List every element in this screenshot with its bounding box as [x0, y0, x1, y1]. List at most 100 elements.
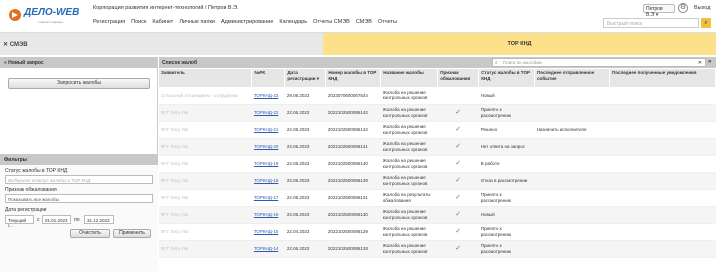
table-row[interactable]: ФГГ Лесу Лю ТОРКНД-19 22.06.2023 2022102500… — [159, 155, 716, 173]
menu-item-search[interactable]: Поиск — [131, 19, 146, 25]
cell-status: Новый — [478, 206, 535, 224]
cell-rk-link[interactable]: ТОРКНД-22 — [251, 104, 285, 122]
quick-search-input[interactable]: Быстрый поиск — [603, 18, 699, 28]
cell-last-notice — [609, 138, 716, 156]
cell-appeal: ✓ — [437, 104, 479, 122]
table-row[interactable]: ФГГ Лесу Лю ТОРКНД-17 22.06.2023 2022102500… — [159, 189, 716, 207]
cell-name: Жалоба на решение контрольных органов — [380, 155, 438, 173]
checkmark-icon: ✓ — [455, 159, 462, 167]
table-row[interactable]: ФГГ Лесу Лю ТОРКНД-14 22.06.2023 2022102500… — [159, 240, 716, 258]
col-rk[interactable]: №РК — [251, 69, 286, 87]
col-appeal[interactable]: Признак обжалования — [437, 69, 480, 87]
sort-desc-icon: ▾ — [316, 75, 320, 81]
cell-last-notice — [609, 189, 716, 207]
cell-rk-link[interactable]: ТОРКНД-19 — [251, 155, 285, 173]
request-complaints-button[interactable]: Запросить жалобы — [8, 78, 150, 89]
col-last-notice[interactable]: Последнее полученные уведомления — [609, 69, 716, 87]
menu-item-registration[interactable]: Регистрация — [93, 19, 125, 25]
cell-name: Жалоба на решение контрольных органов — [380, 223, 438, 241]
table-row[interactable]: ФГГ Лесу Лю ТОРКНД-21 22.06.2023 2022102500… — [159, 121, 716, 139]
settings-gear-icon[interactable]: ⚙ — [678, 3, 688, 13]
cell-status: В работе — [478, 155, 535, 173]
right-panel: Список жалоб ⌕ Поиск по жалобам ✕ » Заяв… — [159, 57, 716, 272]
logo-subtitle: главная страница — [38, 20, 63, 24]
checkmark-icon: ✓ — [455, 125, 462, 133]
col-applicant[interactable]: Заявитель — [159, 69, 253, 87]
cell-name: Жалоба на решение контрольных органов — [380, 87, 438, 105]
apply-button[interactable]: Применить — [113, 229, 151, 238]
cell-rk-link[interactable]: ТОРКНД-16 — [251, 206, 285, 224]
top-bar: ДЕЛО-WEB главная страница Корпорация раз… — [0, 0, 716, 33]
smev-title: ✕ СМЭВ — [3, 42, 28, 48]
collapse-left-icon[interactable]: « — [4, 60, 7, 66]
expand-right-icon[interactable]: » — [708, 59, 711, 65]
appeal-select[interactable]: Показывать все жалобы — [5, 194, 153, 203]
collapse-icon[interactable]: ✕ — [3, 42, 8, 48]
cell-rk-link[interactable]: ТОРКНД-18 — [251, 172, 285, 190]
table-row[interactable]: Сплошной Ассакиджем - сотрудникм ТОРКНД-2… — [159, 87, 716, 105]
filters-header: Фильтры — [0, 154, 158, 165]
cell-last-notice — [609, 240, 716, 258]
cell-last-notice — [609, 87, 716, 105]
date-to-input[interactable]: 31.12.2023 — [84, 215, 114, 224]
main-menu: Регистрация Поиск Кабинет Личные папки А… — [93, 19, 397, 25]
menu-item-personal-folders[interactable]: Личные папки — [179, 19, 215, 25]
col-name[interactable]: Название жалобы — [380, 69, 439, 87]
cell-last-notice — [609, 121, 716, 139]
cell-applicant: ФГГ Лесу Лю — [159, 206, 252, 224]
table-row[interactable]: ФГГ Лесу Лю ТОРКНД-22 22.06.2023 2022102500… — [159, 104, 716, 122]
cell-appeal: ✓ — [437, 240, 479, 258]
cell-appeal: ✓ — [437, 206, 479, 224]
col-status[interactable]: Статус жалобы в ТОР КНД — [478, 69, 536, 87]
date-from-input[interactable]: 01.01.2023 — [42, 215, 71, 224]
tor-knd-title: ТОР КНД — [507, 41, 532, 47]
complaints-search-input[interactable]: ⌕ Поиск по жалобам ✕ — [492, 58, 706, 67]
cell-number: 2022102500086128 — [325, 240, 381, 258]
clear-button[interactable]: Очистить — [70, 229, 110, 238]
cell-name: Жалоба на результаты обжалования — [380, 189, 438, 207]
cell-last-event — [534, 155, 610, 173]
menu-item-smev-reports[interactable]: Отчеты СМЭВ — [313, 19, 350, 25]
cell-date: 29.06.2023 — [284, 87, 326, 105]
cell-rk-link[interactable]: ТОРКНД-20 — [251, 138, 285, 156]
appeal-label: Признак обжалования — [5, 187, 57, 193]
menu-item-smev[interactable]: СМЭВ — [356, 19, 372, 25]
organization-title: Корпорация развития интернет-технологий … — [93, 5, 239, 11]
cell-last-notice — [609, 172, 716, 190]
cell-last-event — [534, 172, 610, 190]
status-select[interactable]: Выберите статус жалобы в ТОР КНД — [5, 175, 153, 184]
table-row[interactable]: ФГГ Лесу Лю ТОРКНД-16 22.06.2023 2022102500… — [159, 206, 716, 224]
complaints-table: Заявитель №РК Дата регистрации ▾ Номер ж… — [159, 69, 716, 258]
cell-applicant: ФГГ Лесу Лю — [159, 155, 252, 173]
cell-rk-link[interactable]: ТОРКНД-21 — [251, 121, 285, 139]
menu-item-reports[interactable]: Отчеты — [378, 19, 397, 25]
col-last-event[interactable]: Последнее отправленное событие — [534, 69, 611, 87]
checkmark-icon: ✓ — [455, 227, 462, 235]
cell-rk-link[interactable]: ТОРКНД-14 — [251, 240, 285, 258]
cell-applicant: ФГГ Лесу Лю — [159, 189, 252, 207]
user-select[interactable]: Петров В.Э ▾ — [643, 4, 675, 18]
checkmark-icon: ✓ — [455, 210, 462, 218]
menu-item-administration[interactable]: Администрирование — [221, 19, 273, 25]
col-number[interactable]: Номер жалобы в ТОР КНД — [325, 69, 382, 87]
logout-link[interactable]: Выход — [694, 5, 710, 11]
cell-last-notice — [609, 206, 716, 224]
cell-rk-link[interactable]: ТОРКНД-23 — [251, 87, 285, 105]
cell-status: Новый — [478, 87, 535, 105]
table-row[interactable]: ФГГ Лесу Лю ТОРКНД-15 22.04.2023 2022102500… — [159, 223, 716, 241]
menu-item-cabinet[interactable]: Кабинет — [152, 19, 173, 25]
cell-name: Жалоба на решение контрольных органов — [380, 121, 438, 139]
cell-status: Принято к рассмотрению — [478, 104, 535, 122]
quick-search-button[interactable]: ⌕ — [701, 18, 711, 28]
cell-rk-link[interactable]: ТОРКНД-15 — [251, 223, 285, 241]
menu-item-calendar[interactable]: Календарь — [279, 19, 307, 25]
complaints-list-header: Список жалоб ⌕ Поиск по жалобам ✕ » — [159, 57, 716, 68]
date-mode-select[interactable]: Текущий г... — [5, 215, 34, 228]
smev-band: ✕ СМЭВ — [0, 33, 323, 55]
table-row[interactable]: ФГГ Лесу Лю ТОРКНД-18 22.06.2023 2022102500… — [159, 172, 716, 190]
col-date[interactable]: Дата регистрации ▾ — [284, 69, 327, 87]
cell-rk-link[interactable]: ТОРКНД-17 — [251, 189, 285, 207]
table-row[interactable]: ФГГ Лесу Лю ТОРКНД-20 22.06.2023 2022102500… — [159, 138, 716, 156]
clear-search-icon[interactable]: ✕ — [698, 60, 702, 66]
logo[interactable]: ДЕЛО-WEB главная страница — [8, 6, 88, 28]
